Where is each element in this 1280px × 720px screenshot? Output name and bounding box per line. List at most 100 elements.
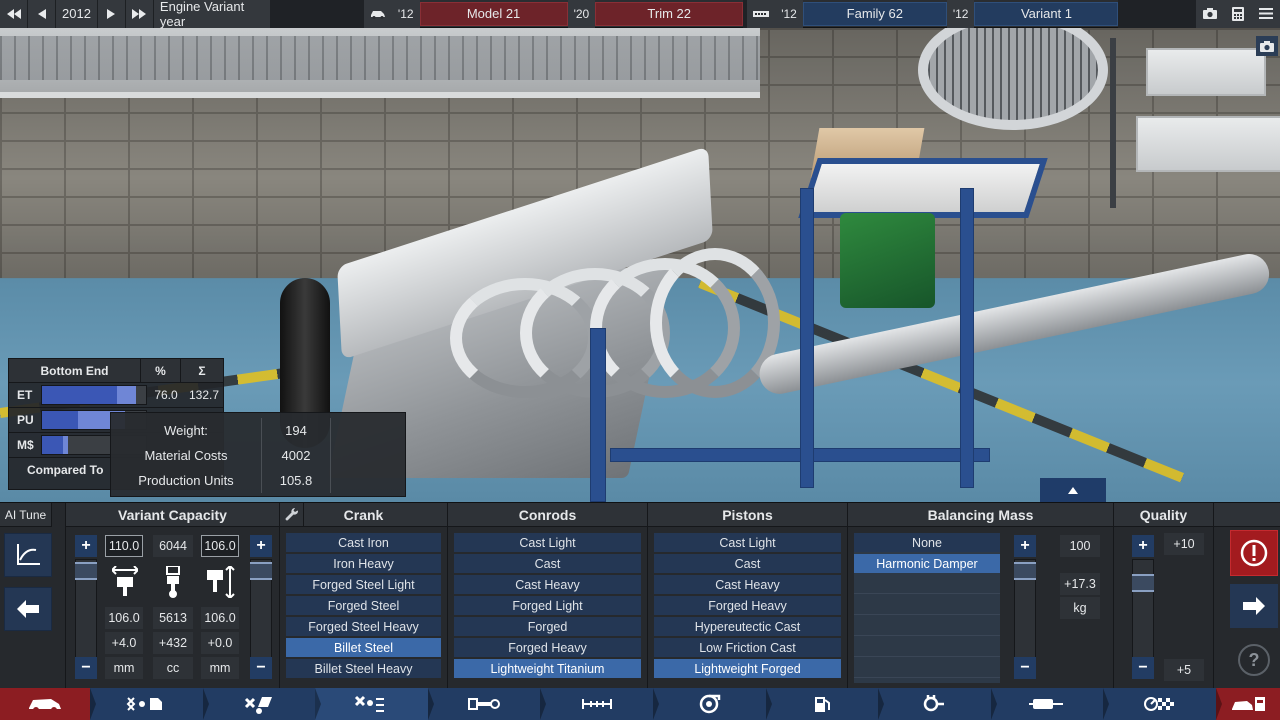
app-root: 2012 Engine Variant year '12 Model 21 '2…	[0, 0, 1280, 720]
material-costs-label: Material Costs	[144, 448, 228, 463]
crank-column: Crank Cast Iron Iron Heavy Forged Steel Li…	[280, 503, 448, 689]
tab-engine-family[interactable]	[90, 688, 209, 720]
conrods-option[interactable]: Forged	[454, 617, 641, 636]
graph-icon[interactable]	[4, 533, 52, 577]
pistons-option[interactable]: Hypereutectic Cast	[654, 617, 841, 636]
ai-tune-button[interactable]: AI Tune	[0, 503, 52, 527]
bore-decrease-button[interactable]: −	[75, 657, 97, 679]
tab-muffler[interactable]	[990, 688, 1109, 720]
pistons-option[interactable]: Cast Heavy	[654, 575, 841, 594]
pistons-option[interactable]: Lightweight Forged	[654, 659, 841, 678]
fast-forward-icon[interactable]	[125, 0, 154, 28]
conrods-option[interactable]: Cast Light	[454, 533, 641, 552]
tab-turbo[interactable]	[652, 688, 772, 720]
calculator-icon[interactable]	[1224, 0, 1252, 28]
camera-icon[interactable]	[1256, 36, 1278, 56]
bore-input[interactable]: 110.0	[105, 535, 143, 557]
displacement-base-value: 5613	[153, 607, 193, 629]
material-costs-value: 4002	[261, 443, 331, 468]
stat-label: PU	[17, 413, 34, 427]
menu-icon[interactable]	[1252, 0, 1280, 28]
stroke-increase-button[interactable]: +	[250, 535, 272, 557]
bore-diff: +4.0	[105, 632, 143, 654]
trim-selector[interactable]: Trim 22	[595, 1, 744, 26]
rewind-icon[interactable]	[0, 0, 28, 28]
quality-bottom-value: +5	[1164, 659, 1204, 681]
conrods-option[interactable]: Cast	[454, 554, 641, 573]
bore-increase-button[interactable]: +	[75, 535, 97, 557]
stroke-slider[interactable]	[250, 559, 272, 659]
variant-selector[interactable]: Variant 1	[974, 1, 1119, 26]
bore-slider[interactable]	[75, 559, 97, 659]
next-year-icon[interactable]	[97, 0, 126, 28]
forward-arrow-icon[interactable]	[1230, 584, 1278, 628]
crank-option[interactable]: Billet Steel Heavy	[286, 659, 441, 678]
crank-option[interactable]: Forged Steel	[286, 596, 441, 615]
tab-fuel-system[interactable]	[765, 688, 884, 720]
stroke-input[interactable]: 106.0	[201, 535, 239, 557]
crank-option[interactable]: Cast Iron	[286, 533, 441, 552]
tab-engine-test[interactable]	[1103, 688, 1222, 720]
conrods-column: Conrods Cast Light Cast Cast Heavy Forged L…	[448, 503, 648, 689]
conrods-option[interactable]: Forged Heavy	[454, 638, 641, 657]
conrods-option[interactable]: Lightweight Titanium	[454, 659, 641, 678]
conrods-option[interactable]: Forged Light	[454, 596, 641, 615]
quality-decrease-button[interactable]: −	[1132, 657, 1154, 679]
tab-bottom-end[interactable]	[315, 688, 434, 720]
quality-increase-button[interactable]: +	[1132, 535, 1154, 557]
screenshot-icon[interactable]	[1196, 0, 1224, 28]
balancing-mass-option[interactable]: None	[854, 533, 1000, 552]
balancing-mass-increase-button[interactable]: +	[1014, 535, 1036, 557]
bore-unit: mm	[105, 657, 143, 679]
wrench-icon[interactable]	[280, 503, 304, 527]
pistons-option[interactable]: Cast	[654, 554, 841, 573]
bore-slider-knob[interactable]	[75, 562, 97, 580]
crank-option[interactable]: Iron Heavy	[286, 554, 441, 573]
bottom-end-header: Bottom End % Σ	[9, 359, 223, 383]
quality-slider-knob[interactable]	[1132, 574, 1154, 592]
stat-bar-fill-secondary	[62, 436, 68, 454]
prev-year-icon[interactable]	[28, 0, 56, 28]
stat-label: ET	[17, 388, 33, 402]
crate	[1136, 116, 1280, 172]
pistons-option[interactable]: Low Friction Cast	[654, 638, 841, 657]
tab-engine-layout[interactable]	[202, 688, 321, 720]
pistons-options: Cast Light Cast Cast Heavy Forged Heavy Hype…	[648, 527, 847, 678]
stroke-slider-knob[interactable]	[250, 562, 272, 580]
back-arrow-icon[interactable]	[4, 587, 52, 631]
conrods-option[interactable]: Cast Heavy	[454, 575, 641, 594]
crank-option[interactable]: Billet Steel	[286, 638, 441, 657]
crank-option[interactable]: Forged Steel Light	[286, 575, 441, 594]
balancing-mass-column: Balancing Mass None Harmonic Damper + − 1…	[848, 503, 1114, 689]
balancing-mass-option[interactable]: Harmonic Damper	[854, 554, 1000, 573]
right-header-filler	[1214, 503, 1280, 527]
balancing-mass-slider[interactable]	[1014, 559, 1036, 659]
balancing-mass-unit: kg	[1060, 597, 1100, 619]
trim-year: '20	[567, 0, 596, 28]
weight-row: Weight: 194	[111, 418, 405, 443]
tab-car-design[interactable]	[0, 688, 96, 720]
balancing-mass-decrease-button[interactable]: −	[1014, 657, 1036, 679]
weight-value: 194	[261, 418, 331, 443]
stroke-decrease-button[interactable]: −	[250, 657, 272, 679]
crank-option[interactable]: Forged Steel Heavy	[286, 617, 441, 636]
quality-slider[interactable]	[1132, 559, 1154, 659]
model-selector[interactable]: Model 21	[419, 1, 568, 26]
help-icon[interactable]: ?	[1238, 644, 1270, 676]
tab-top-end[interactable]	[427, 688, 546, 720]
pistons-option[interactable]: Cast Light	[654, 533, 841, 552]
warning-icon[interactable]	[1230, 530, 1278, 576]
collapse-panel-button[interactable]	[1040, 478, 1106, 502]
pistons-option[interactable]: Forged Heavy	[654, 596, 841, 615]
quality-top-value: +10	[1164, 533, 1204, 555]
engine-block-icon	[747, 0, 776, 28]
dyno-motor	[840, 213, 935, 308]
tab-aspiration[interactable]	[540, 688, 659, 720]
balancing-mass-slider-knob[interactable]	[1014, 562, 1036, 580]
tab-car-engine-link[interactable]	[1215, 688, 1280, 720]
family-selector[interactable]: Family 62	[802, 1, 947, 26]
material-costs-row: Material Costs 4002	[111, 443, 405, 468]
empty-option-slot	[854, 617, 1000, 636]
tab-exhaust[interactable]	[878, 688, 997, 720]
production-units-value: 105.8	[261, 468, 331, 493]
